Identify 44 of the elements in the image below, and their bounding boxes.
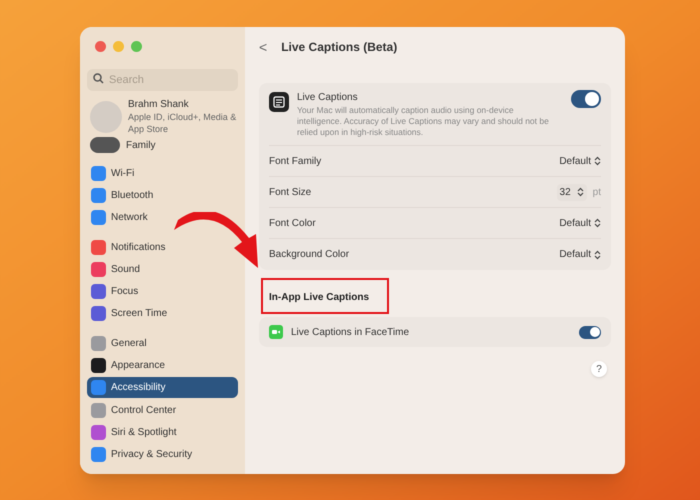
setting-label: Background Color — [269, 248, 350, 262]
toggle-switch[interactable] — [579, 326, 601, 338]
sidebar-item[interactable]: Wi-Fi — [87, 163, 238, 183]
section-heading: In-App Live Captions — [269, 292, 370, 303]
sidebar-item[interactable]: Control Center — [87, 400, 238, 420]
page-title: Live Captions (Beta) — [281, 39, 398, 56]
captions-app-icon — [269, 92, 289, 112]
account-name[interactable]: Brahm Shank — [128, 99, 238, 111]
setting-description: Your Mac will automatically caption audio using on-device intelligence. Accuracy of Live Captions may vary and should not be relied upon in high-risk situations. — [297, 105, 550, 138]
sidebar-item[interactable]: Siri & Spotlight — [87, 422, 238, 442]
avatar — [90, 101, 122, 133]
popup-menu[interactable]: Default — [559, 154, 601, 168]
account-detail: Apple ID, iCloud+, Media & App Store — [128, 111, 238, 135]
sidebar-item[interactable]: General — [87, 333, 238, 353]
setting-title: Live Captions — [297, 91, 359, 105]
sidebar-item[interactable]: Appearance — [87, 355, 238, 375]
sidebar-item[interactable]: Notifications — [87, 237, 238, 257]
help-button[interactable]: ? — [591, 361, 607, 377]
family-item[interactable]: Family — [126, 138, 156, 152]
up-down-chevron-icon — [594, 218, 601, 228]
number-field[interactable]: 32 — [556, 184, 587, 200]
sidebar-item[interactable]: Screen Time — [87, 303, 238, 323]
search-icon — [93, 73, 104, 84]
setting-label: Live Captions in FaceTime — [291, 326, 410, 340]
unit-label: pt — [592, 186, 601, 200]
up-down-chevron-icon — [594, 156, 601, 166]
sidebar-item[interactable]: Network — [87, 207, 238, 227]
sidebar-item[interactable]: Sound — [87, 259, 238, 279]
stepper-arrows-icon[interactable] — [576, 187, 584, 197]
search-field[interactable]: Search — [87, 69, 238, 91]
setting-label: Font Color — [269, 216, 317, 230]
sidebar-item[interactable]: Bluetooth — [87, 185, 238, 205]
sidebar-item[interactable]: Privacy & Security — [87, 444, 238, 464]
popup-menu[interactable]: Default — [559, 247, 601, 262]
setting-label: Font Size — [269, 186, 312, 200]
back-button[interactable]: < — [259, 36, 268, 58]
toggle-switch[interactable] — [571, 90, 601, 108]
setting-label: Font Family — [269, 154, 322, 168]
close-window-button[interactable] — [95, 41, 106, 52]
video-camera-icon — [269, 325, 283, 339]
up-down-chevron-icon — [594, 250, 601, 260]
popup-menu[interactable]: Default — [559, 216, 601, 230]
sidebar-item[interactable]: Accessibility — [87, 377, 238, 398]
sidebar-item[interactable]: Focus — [87, 281, 238, 301]
